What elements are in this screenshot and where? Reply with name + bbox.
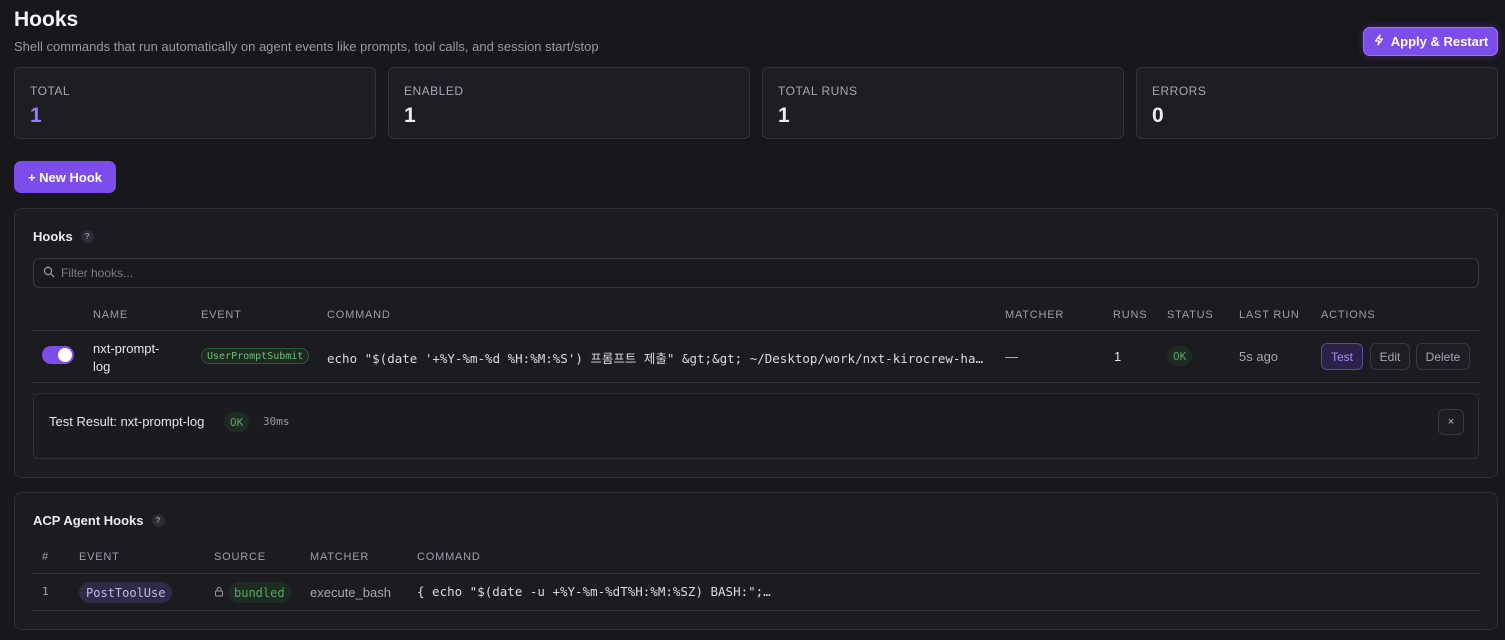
edit-button[interactable]: Edit [1370,343,1410,370]
stat-value: 1 [404,104,416,127]
page-subtitle: Shell commands that run automatically on… [14,39,599,54]
close-button[interactable]: × [1438,409,1464,435]
col-last-run: LAST RUN [1239,309,1300,321]
hook-name: nxt-prompt- log [93,340,159,376]
acp-matcher: execute_bash [310,585,391,600]
page-title: Hooks [14,8,79,31]
hook-name-line: nxt-prompt- [93,341,160,356]
stat-card-errors: ERRORS 0 [1136,67,1498,139]
row-divider [33,382,1479,383]
hooks-panel: Hooks ? NAME EVENT COMMAND MATCHER RUNS … [14,208,1498,478]
source-badge: bundled [228,582,291,603]
test-result-status: OK [224,412,250,432]
stat-label: ERRORS [1152,84,1207,98]
stat-card-total: TOTAL 1 [14,67,376,139]
test-result-duration: 30ms [263,415,290,428]
acp-hooks-panel: ACP Agent Hooks ? # EVENT SOURCE MATCHER… [14,492,1498,630]
stats-row: TOTAL 1 ENABLED 1 TOTAL RUNS 1 ERRORS 0 [14,67,1498,139]
apply-restart-button[interactable]: Apply & Restart [1363,27,1498,56]
test-result-box: Test Result: nxt-prompt-log OK 30ms × [33,393,1479,459]
col-event: EVENT [79,551,120,563]
stat-label: TOTAL RUNS [778,84,858,98]
test-button[interactable]: Test [1321,343,1363,370]
hooks-panel-title: Hooks ? [33,229,94,244]
acp-row-num: 1 [42,585,49,598]
new-hook-button[interactable]: + New Hook [14,161,116,193]
hook-runs: 1 [1114,349,1122,364]
hook-matcher: — [1005,349,1018,364]
acp-source: bundled [214,582,291,603]
acp-title-text: ACP Agent Hooks [33,513,144,528]
filter-hooks-input[interactable] [61,266,1425,280]
hook-name-line: log [93,359,111,374]
lock-icon [214,585,224,600]
hook-command: echo "$(date '+%Y-%m-%d %H:%M:%S') 프롬프트 … [327,351,987,366]
col-matcher: MATCHER [310,551,370,563]
stat-card-enabled: ENABLED 1 [388,67,750,139]
header-divider [33,573,1479,574]
row-divider [33,610,1479,611]
col-runs: RUNS [1113,309,1148,321]
col-command: COMMAND [417,551,481,563]
col-event: EVENT [201,309,242,321]
enabled-toggle[interactable] [42,346,74,364]
status-badge: OK [1167,346,1193,366]
hooks-title-text: Hooks [33,229,73,244]
stat-card-total-runs: TOTAL RUNS 1 [762,67,1124,139]
col-matcher: MATCHER [1005,309,1065,321]
acp-panel-title: ACP Agent Hooks ? [33,513,165,528]
col-status: STATUS [1167,309,1214,321]
acp-event-badge: PostToolUse [79,582,173,603]
acp-command: { echo "$(date -u +%Y-%m-%dT%H:%M:%SZ) B… [417,584,771,599]
bolt-icon [1373,34,1385,49]
apply-restart-label: Apply & Restart [1390,34,1489,49]
stat-value: 1 [30,104,42,127]
stat-value: 0 [1152,104,1164,127]
hook-last-run: 5s ago [1239,349,1279,364]
col-name: NAME [93,309,128,321]
test-result-label: Test Result: nxt-prompt-log [49,414,205,429]
toggle-knob [58,348,72,362]
filter-box [33,258,1479,288]
col-command: COMMAND [327,309,391,321]
header-divider [33,330,1479,331]
stat-label: TOTAL [30,84,71,98]
stat-value: 1 [778,104,790,127]
event-badge: UserPromptSubmit [201,348,310,364]
col-num: # [42,551,49,563]
col-source: SOURCE [214,551,266,563]
help-icon[interactable]: ? [80,230,94,243]
col-actions: ACTIONS [1321,309,1376,321]
help-icon[interactable]: ? [151,514,165,527]
search-icon [43,266,55,281]
stat-label: ENABLED [404,84,464,98]
delete-button[interactable]: Delete [1416,343,1470,370]
